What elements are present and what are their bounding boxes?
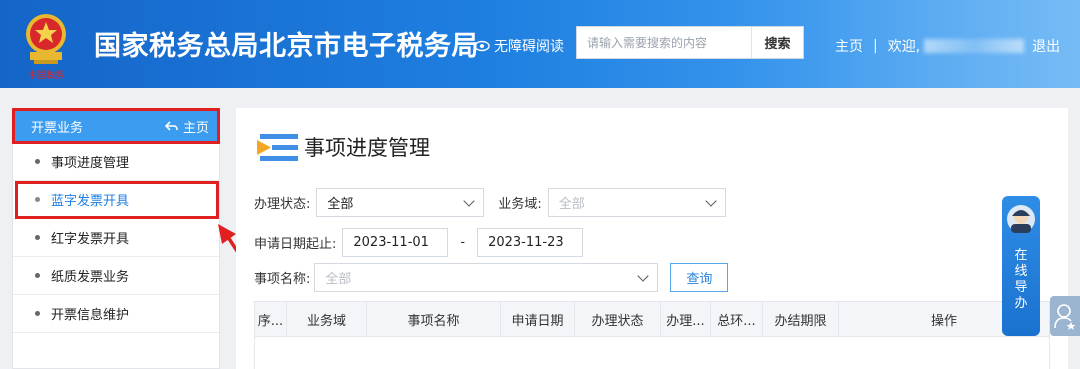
status-label: 办理状态: [254, 197, 311, 212]
start-date-input[interactable]: 2023-11-01 [342, 228, 449, 257]
sidebar: 开票业务 主页 事项进度管理 蓝字发票开具 红字发票开具 纸质发票业务 开票信息… [12, 108, 220, 369]
top-links: 主页 | 欢迎, 退出 [835, 36, 1060, 56]
domain-select[interactable]: 全部 [547, 188, 726, 217]
status-select-value: 全部 [327, 197, 354, 212]
accessible-reading-label: 无障碍阅读 [494, 39, 564, 55]
sidebar-item-paper-invoice[interactable]: 纸质发票业务 [13, 257, 219, 295]
bullet-icon [35, 311, 40, 316]
column-header[interactable]: 序... [255, 302, 287, 336]
date-range-label: 申请日期起止: [254, 237, 337, 252]
list-play-icon [257, 134, 298, 161]
sidebar-item-blue-invoice[interactable]: 蓝字发票开具 [13, 181, 219, 219]
page-title: 事项进度管理 [304, 136, 430, 160]
item-name-label: 事项名称: [254, 272, 311, 287]
welcome-text: 欢迎, [887, 39, 921, 55]
bullet-icon [35, 273, 40, 278]
sidebar-section-title: 开票业务 [31, 120, 84, 136]
search-input[interactable] [577, 27, 751, 58]
filter-row-2: 申请日期起止: 2023-11-01 - 2023-11-23 [254, 228, 584, 257]
column-header[interactable]: 办理状态 [575, 302, 661, 336]
bullet-icon [35, 197, 40, 202]
blurred-username [924, 39, 1025, 53]
column-header[interactable]: 办理... [661, 302, 711, 336]
sidebar-menu: 事项进度管理 蓝字发票开具 红字发票开具 纸质发票业务 开票信息维护 [13, 143, 219, 333]
logout-link[interactable]: 退出 [1032, 36, 1060, 56]
site-header: 中国税务 国家税务总局北京市电子税务局 无障碍阅读 搜索 主页 | 欢迎, 退出 [0, 0, 1080, 88]
column-header[interactable]: 办结期限 [763, 302, 839, 336]
domain-label: 业务域: [498, 197, 542, 212]
bullet-icon [35, 235, 40, 240]
chevron-down-icon [705, 194, 717, 207]
customer-service-avatar-icon [1007, 205, 1035, 233]
query-button[interactable]: 查询 [670, 263, 729, 292]
table-header: 序... 业务域 事项名称 申请日期 办理状态 办理... 总环... 办结期限… [255, 302, 1049, 337]
online-guide-widget[interactable]: 在线导办 [1002, 196, 1040, 336]
column-header[interactable]: 申请日期 [501, 302, 575, 336]
item-name-placeholder: 全部 [325, 272, 352, 287]
chevron-down-icon [637, 269, 650, 282]
column-header[interactable]: 总环... [711, 302, 763, 336]
column-header[interactable]: 业务域 [287, 302, 367, 336]
domain-select-placeholder: 全部 [558, 197, 585, 212]
end-date-input[interactable]: 2023-11-23 [477, 228, 584, 257]
sidebar-item-progress[interactable]: 事项进度管理 [13, 143, 219, 181]
sidebar-item-label: 蓝字发票开具 [51, 194, 130, 209]
feedback-tab[interactable] [1050, 296, 1080, 336]
bullet-icon [35, 159, 40, 164]
sidebar-item-label: 事项进度管理 [51, 156, 130, 171]
sidebar-item-label: 开票信息维护 [51, 308, 130, 323]
tax-emblem-icon: 中国税务 [26, 14, 66, 81]
sidebar-section-header: 开票业务 主页 [12, 108, 220, 144]
search-box: 搜索 [576, 26, 804, 59]
filter-row-3: 事项名称: 全部 查询 [254, 263, 729, 292]
date-separator: - [460, 235, 466, 250]
svg-text:中国税务: 中国税务 [28, 69, 64, 81]
home-link[interactable]: 主页 [835, 36, 863, 56]
status-select[interactable]: 全部 [316, 188, 485, 217]
sidebar-item-label: 红字发票开具 [51, 232, 130, 247]
chevron-down-icon [463, 194, 476, 207]
sidebar-home-label: 主页 [182, 120, 209, 136]
page-title-bar: 事项进度管理 [256, 130, 430, 164]
column-header[interactable]: 事项名称 [367, 302, 501, 336]
item-name-select[interactable]: 全部 [314, 263, 659, 292]
user-star-icon [1054, 304, 1076, 330]
sidebar-item-invoice-info[interactable]: 开票信息维护 [13, 295, 219, 333]
site-title: 国家税务总局北京市电子税务局 [94, 31, 479, 62]
back-arrow-icon [164, 120, 178, 131]
main-panel: 事项进度管理 办理状态: 全部 业务域: 全部 申请日期起止: 2023-11-… [236, 108, 1068, 369]
sidebar-home-link[interactable]: 主页 [164, 117, 209, 136]
divider: | [873, 38, 878, 54]
online-guide-label: 在线导办 [1014, 248, 1028, 311]
accessible-reading-link[interactable]: 无障碍阅读 [474, 36, 564, 56]
sidebar-item-red-invoice[interactable]: 红字发票开具 [13, 219, 219, 257]
search-button[interactable]: 搜索 [751, 27, 803, 58]
sidebar-item-label: 纸质发票业务 [51, 270, 130, 285]
results-table: 序... 业务域 事项名称 申请日期 办理状态 办理... 总环... 办结期限… [254, 301, 1050, 369]
filter-row-1: 办理状态: 全部 业务域: 全部 [254, 188, 726, 217]
eye-icon [474, 40, 490, 52]
